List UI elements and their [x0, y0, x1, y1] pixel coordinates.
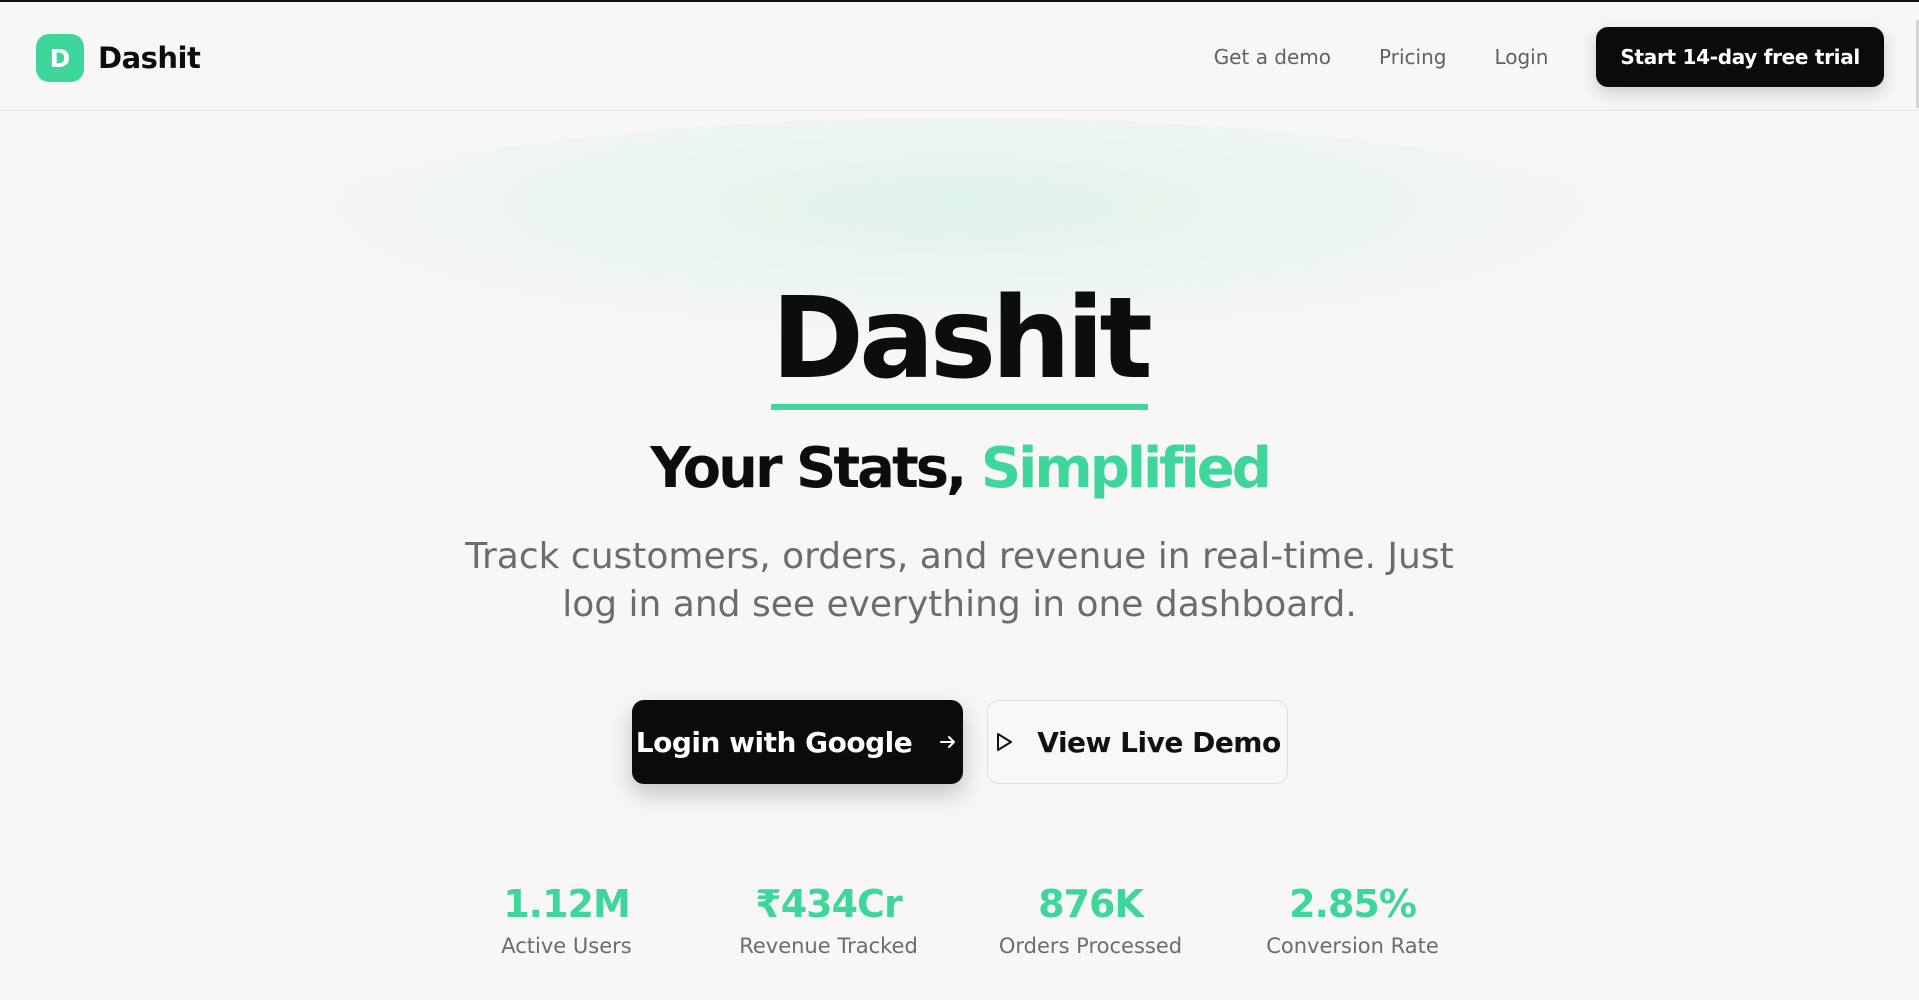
nav-link-pricing[interactable]: Pricing [1379, 45, 1446, 69]
brand-name: Dashit [98, 41, 201, 75]
stat-label: Orders Processed [998, 934, 1183, 958]
view-live-demo-button[interactable]: View Live Demo [986, 700, 1288, 784]
view-live-demo-label: View Live Demo [1037, 725, 1281, 759]
nav-link-login[interactable]: Login [1494, 45, 1548, 69]
stat-label: Active Users [501, 934, 632, 958]
nav-links: Get a demo Pricing Login Start 14-day fr… [1214, 2, 1884, 111]
nav-link-get-a-demo[interactable]: Get a demo [1214, 45, 1331, 69]
stat-value: 1.12M [503, 882, 631, 926]
brand-logo-link[interactable]: D Dashit [36, 33, 201, 83]
hero-tagline: Your Stats, Simplified [0, 436, 1919, 501]
logo-icon: D [36, 34, 84, 82]
stat-revenue-tracked: ₹434Cr Revenue Tracked [698, 880, 960, 958]
stats-row: 1.12M Active Users ₹434Cr Revenue Tracke… [0, 880, 1919, 958]
arrow-right-icon [938, 732, 958, 752]
start-free-trial-button[interactable]: Start 14-day free trial [1596, 26, 1884, 87]
hero-title-wrapper: Dashit [0, 280, 1919, 410]
hero-subtitle: Track customers, orders, and revenue in … [465, 536, 1454, 625]
stat-label: Revenue Tracked [739, 934, 918, 958]
login-with-google-button[interactable]: Login with Google [631, 700, 963, 784]
navbar: D Dashit Get a demo Pricing Login Start … [0, 2, 1919, 111]
stat-conversion-rate: 2.85% Conversion Rate [1222, 880, 1484, 958]
stat-value: ₹434Cr [755, 882, 902, 926]
tagline-plain: Your Stats, [650, 436, 981, 501]
stat-active-users: 1.12M Active Users [436, 880, 698, 958]
hero-title: Dashit [771, 280, 1153, 410]
hero-cta-row: Login with Google View Live Demo [0, 700, 1919, 784]
stat-value: 876K [1038, 882, 1144, 926]
stat-value: 2.85% [1289, 882, 1417, 926]
login-with-google-label: Login with Google [635, 725, 913, 759]
stat-label: Conversion Rate [1266, 934, 1439, 958]
tagline-accent: Simplified [980, 436, 1272, 501]
stat-orders-processed: 876K Orders Processed [960, 880, 1222, 958]
play-icon [993, 731, 1015, 753]
